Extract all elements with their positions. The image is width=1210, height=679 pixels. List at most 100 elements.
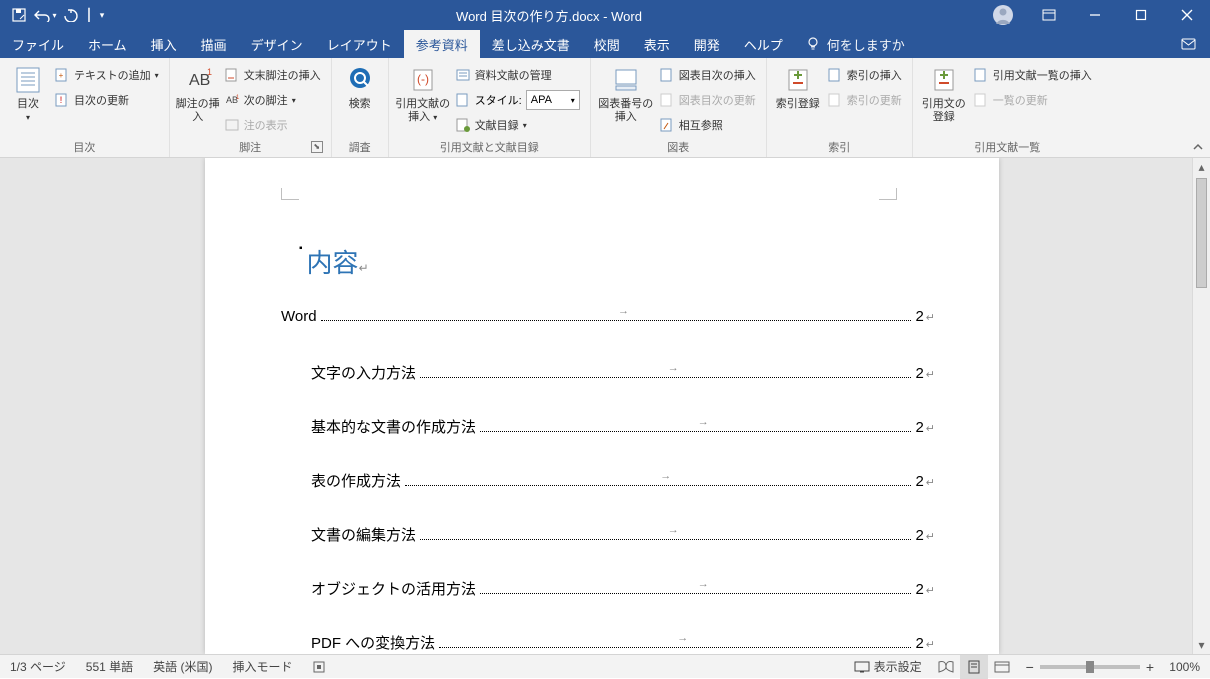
redo-button[interactable] (58, 2, 84, 28)
qat-customize-button[interactable]: ▾ (94, 2, 110, 28)
lightbulb-icon (805, 36, 821, 52)
macro-recording-button[interactable] (302, 660, 336, 674)
citation-style-select[interactable]: スタイル:APA▾ (451, 89, 584, 111)
maximize-button[interactable] (1118, 0, 1164, 30)
insert-citation-button[interactable]: (-) 引用文献の挿入 ▾ (395, 62, 451, 124)
update-index-button[interactable]: 索引の更新 (823, 89, 906, 111)
insert-caption-button[interactable]: 図表番号の挿入 (597, 62, 655, 124)
caption-icon (610, 64, 642, 96)
group-captions-label: 図表 (597, 139, 760, 157)
toc-entry[interactable]: 文字の入力方法2↵ (269, 362, 935, 416)
footnotes-launcher[interactable]: ⬊ (311, 141, 323, 153)
group-footnotes-label: 脚注 (239, 142, 261, 154)
account-button[interactable] (988, 0, 1018, 30)
toc-entry[interactable]: 基本的な文書の作成方法2↵ (269, 416, 935, 470)
document-area: ▪内容↵ Word2↵ 文字の入力方法2↵ 基本的な文書の作成方法2↵ 表の作成… (0, 158, 1210, 654)
add-text-button[interactable]: +テキストの追加 ▾ (50, 64, 163, 86)
update-tof-icon (659, 92, 675, 108)
tab-layout[interactable]: レイアウト (315, 30, 404, 58)
mark-citation-icon (928, 64, 960, 96)
display-settings-button[interactable]: 表示設定 (844, 658, 932, 675)
insert-tof-button[interactable]: 図表目次の挿入 (655, 64, 760, 86)
tab-design[interactable]: デザイン (239, 30, 315, 58)
tab-help[interactable]: ヘルプ (732, 30, 795, 58)
update-tof-button[interactable]: 図表目次の更新 (655, 89, 760, 111)
save-button[interactable] (6, 2, 32, 28)
style-value: APA (531, 94, 552, 106)
group-index-label: 索引 (773, 139, 906, 157)
scroll-up-button[interactable]: ▴ (1193, 158, 1210, 176)
scroll-track[interactable] (1193, 176, 1210, 636)
zoom-in-button[interactable]: + (1146, 659, 1154, 675)
tab-insert[interactable]: 挿入 (139, 30, 189, 58)
group-citations-label: 引用文献と文献目録 (395, 139, 584, 157)
group-toc: 目次▾ +テキストの追加 ▾ ! 目次の更新 目次 (0, 58, 170, 157)
zoom-out-button[interactable]: − (1026, 659, 1034, 675)
manage-sources-button[interactable]: 資料文献の管理 (451, 64, 584, 86)
share-button[interactable] (1170, 30, 1210, 58)
tab-home[interactable]: ホーム (76, 30, 139, 58)
scroll-down-button[interactable]: ▾ (1193, 636, 1210, 654)
mark-index-label: 索引登録 (776, 98, 820, 111)
group-toc-label: 目次 (6, 139, 163, 157)
next-footnote-button[interactable]: AB1次の脚注 ▾ (220, 89, 325, 111)
tab-draw[interactable]: 描画 (189, 30, 239, 58)
word-count[interactable]: 551 単語 (76, 658, 143, 675)
tell-me-search[interactable]: 何をしますか (795, 30, 915, 58)
insert-footnote-button[interactable]: AB1 脚注の挿入 (176, 62, 220, 124)
minimize-button[interactable] (1072, 0, 1118, 30)
document-page[interactable]: ▪内容↵ Word2↵ 文字の入力方法2↵ 基本的な文書の作成方法2↵ 表の作成… (205, 158, 999, 654)
insert-toa-button[interactable]: 引用文献一覧の挿入 (969, 64, 1096, 86)
insert-mode[interactable]: 挿入モード (222, 658, 302, 675)
language-status[interactable]: 英語 (米国) (143, 658, 222, 675)
mark-citation-label: 引用文の登録 (919, 98, 969, 124)
tab-view[interactable]: 表示 (632, 30, 682, 58)
update-toc-label: 目次の更新 (74, 92, 129, 108)
svg-text:!: ! (60, 95, 63, 105)
web-layout-button[interactable] (988, 655, 1016, 679)
svg-text:1: 1 (236, 95, 240, 101)
page-count[interactable]: 1/3 ページ (0, 658, 76, 675)
undo-button[interactable]: ▾ (32, 2, 58, 28)
tab-mailings[interactable]: 差し込み文書 (480, 30, 582, 58)
insert-endnote-button[interactable]: 文末脚注の挿入 (220, 64, 325, 86)
citation-icon: (-) (407, 64, 439, 96)
zoom-slider[interactable] (1040, 665, 1140, 669)
zoom-level[interactable]: 100% (1160, 660, 1200, 674)
update-toa-button[interactable]: 一覧の更新 (969, 89, 1096, 111)
search-icon (344, 64, 376, 96)
mark-index-entry-button[interactable]: 索引登録 (773, 62, 823, 111)
insert-index-label: 索引の挿入 (847, 67, 902, 83)
toc-entry[interactable]: オブジェクトの活用方法2↵ (269, 578, 935, 632)
mark-citation-button[interactable]: 引用文の登録 (919, 62, 969, 124)
bibliography-button[interactable]: 文献目録 ▾ (451, 114, 584, 136)
close-button[interactable] (1164, 0, 1210, 30)
print-layout-button[interactable] (960, 655, 988, 679)
toc-entry[interactable]: 文書の編集方法2↵ (269, 524, 935, 578)
show-notes-button[interactable]: 注の表示 (220, 114, 325, 136)
group-research-label: 調査 (338, 139, 382, 157)
tab-review[interactable]: 校閲 (582, 30, 632, 58)
ribbon-display-button[interactable] (1026, 0, 1072, 30)
toc-entry[interactable]: 表の作成方法2↵ (269, 470, 935, 524)
smart-lookup-label: 検索 (349, 98, 371, 111)
scroll-thumb[interactable] (1196, 178, 1207, 288)
insert-index-button[interactable]: 索引の挿入 (823, 64, 906, 86)
tab-references[interactable]: 参考資料 (404, 30, 480, 58)
collapse-ribbon-button[interactable] (1190, 139, 1206, 155)
smart-lookup-button[interactable]: 検索 (338, 62, 382, 111)
toc-icon (12, 64, 44, 96)
tab-file[interactable]: ファイル (0, 30, 76, 58)
update-index-label: 索引の更新 (847, 92, 902, 108)
read-mode-button[interactable] (932, 655, 960, 679)
group-authorities-label: 引用文献一覧 (919, 139, 1096, 157)
ribbon-tabs: ファイル ホーム 挿入 描画 デザイン レイアウト 参考資料 差し込み文書 校閲… (0, 30, 1210, 58)
toc-entry[interactable]: Word2↵ (269, 308, 935, 362)
update-toc-button[interactable]: ! 目次の更新 (50, 89, 163, 111)
toc-entry[interactable]: PDF への変換方法2↵ (269, 632, 935, 654)
tab-developer[interactable]: 開発 (682, 30, 732, 58)
cross-reference-button[interactable]: 相互参照 (655, 114, 760, 136)
margin-corner-tl (281, 188, 299, 200)
toc-button[interactable]: 目次▾ (6, 62, 50, 124)
vertical-scrollbar[interactable]: ▴ ▾ (1192, 158, 1210, 654)
